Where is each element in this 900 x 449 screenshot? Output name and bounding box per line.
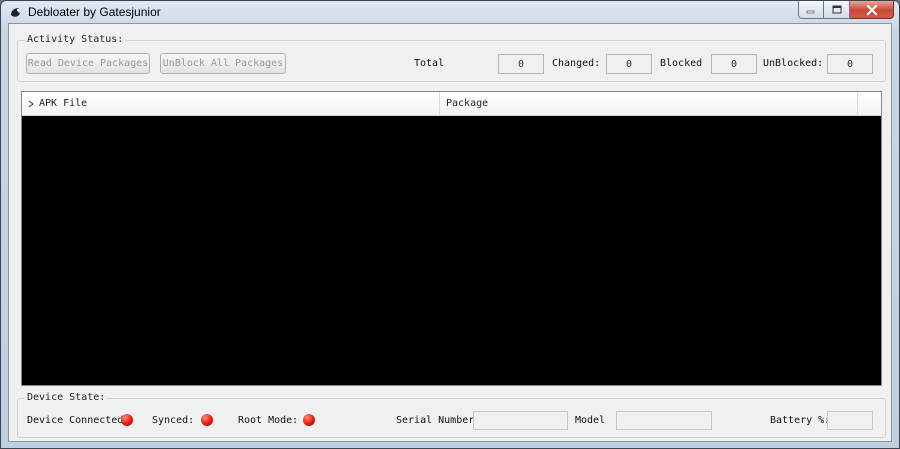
window-title: Debloater by Gatesjunior: [28, 5, 161, 19]
column-apk-file-label: APK File: [39, 98, 88, 109]
battery-field: [827, 411, 873, 430]
changed-value: 0: [606, 54, 652, 74]
blocked-label: Blocked: [660, 58, 703, 69]
read-device-packages-button[interactable]: Read Device Packages: [26, 53, 150, 74]
title-bar[interactable]: Debloater by Gatesjunior: [1, 1, 899, 23]
column-package[interactable]: Package: [440, 92, 858, 115]
blocked-value: 0: [711, 54, 757, 74]
minimize-button[interactable]: [798, 1, 824, 19]
app-icon: [11, 8, 20, 17]
root-mode-label: Root Mode:: [238, 415, 299, 426]
window-controls: [798, 1, 894, 19]
minimize-icon: [806, 10, 815, 13]
model-label: Model: [575, 415, 606, 426]
model-field: [616, 411, 712, 430]
device-connected-label: Device Connected:: [27, 415, 130, 426]
device-connected-indicator: [121, 414, 133, 426]
total-label: Total: [414, 58, 445, 69]
activity-status-label: Activity Status:: [25, 34, 126, 45]
changed-label: Changed:: [552, 58, 601, 69]
package-list[interactable]: APK File Package: [21, 91, 882, 386]
main-client-area: Activity Status: Read Device Packages Un…: [8, 23, 892, 442]
unblocked-label: UnBlocked:: [763, 58, 824, 69]
serial-number-label: Serial Number:: [396, 415, 481, 426]
total-value: 0: [498, 54, 544, 74]
close-button[interactable]: [850, 1, 894, 19]
root-mode-indicator: [303, 414, 315, 426]
chevron-right-icon: [28, 100, 34, 107]
maximize-button[interactable]: [824, 1, 850, 19]
synced-label: Synced:: [152, 415, 195, 426]
unblock-all-packages-button[interactable]: UnBlock All Packages: [160, 53, 286, 74]
column-spacer: [858, 92, 881, 115]
unblocked-value: 0: [827, 54, 873, 74]
list-header: APK File Package: [22, 92, 881, 116]
close-icon: [866, 4, 877, 15]
serial-number-field: [473, 411, 568, 430]
app-window: Debloater by Gatesjunior Activity Status…: [0, 0, 900, 449]
battery-label: Battery %:: [770, 415, 831, 426]
maximize-icon: [832, 5, 841, 14]
synced-indicator: [201, 414, 213, 426]
column-package-label: Package: [446, 98, 489, 109]
device-state-label: Device State:: [25, 392, 108, 403]
column-apk-file[interactable]: APK File: [22, 92, 440, 115]
